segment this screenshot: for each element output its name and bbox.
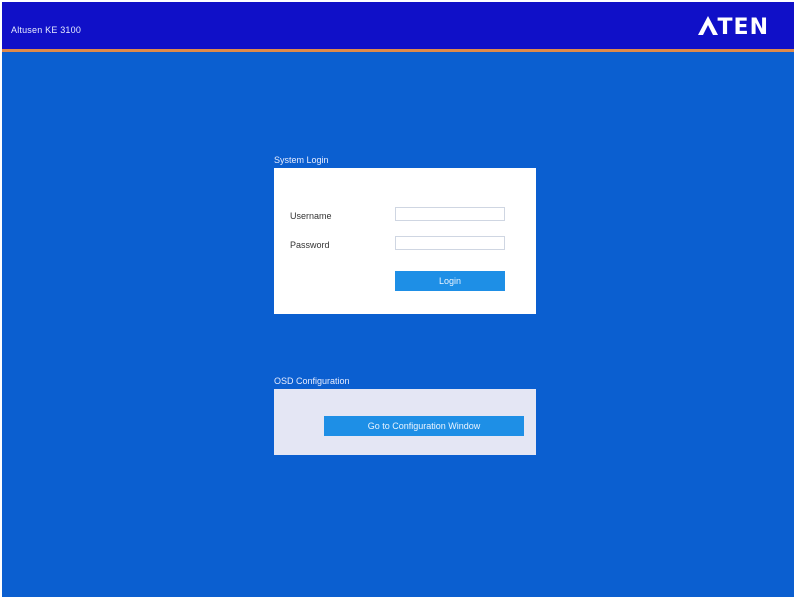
config-panel: Go to Configuration Window — [274, 389, 536, 455]
logo-text: TEN — [717, 15, 769, 40]
username-field[interactable] — [395, 207, 505, 221]
password-label: Password — [290, 240, 330, 250]
password-field[interactable] — [395, 236, 505, 250]
header-bar: Altusen KE 3100 TEN — [2, 2, 794, 52]
aten-logo: TEN — [697, 15, 769, 40]
osd-configuration-title: OSD Configuration — [274, 376, 350, 386]
login-panel: Username Password Login — [274, 168, 536, 314]
login-button[interactable]: Login — [395, 271, 505, 291]
system-login-title: System Login — [274, 155, 329, 165]
aten-a-logo-icon — [697, 16, 718, 35]
username-label: Username — [290, 211, 332, 221]
app-title: Altusen KE 3100 — [11, 25, 82, 35]
login-page: Altusen KE 3100 TEN System Login Usernam… — [2, 2, 794, 597]
go-to-configuration-button[interactable]: Go to Configuration Window — [324, 416, 524, 436]
